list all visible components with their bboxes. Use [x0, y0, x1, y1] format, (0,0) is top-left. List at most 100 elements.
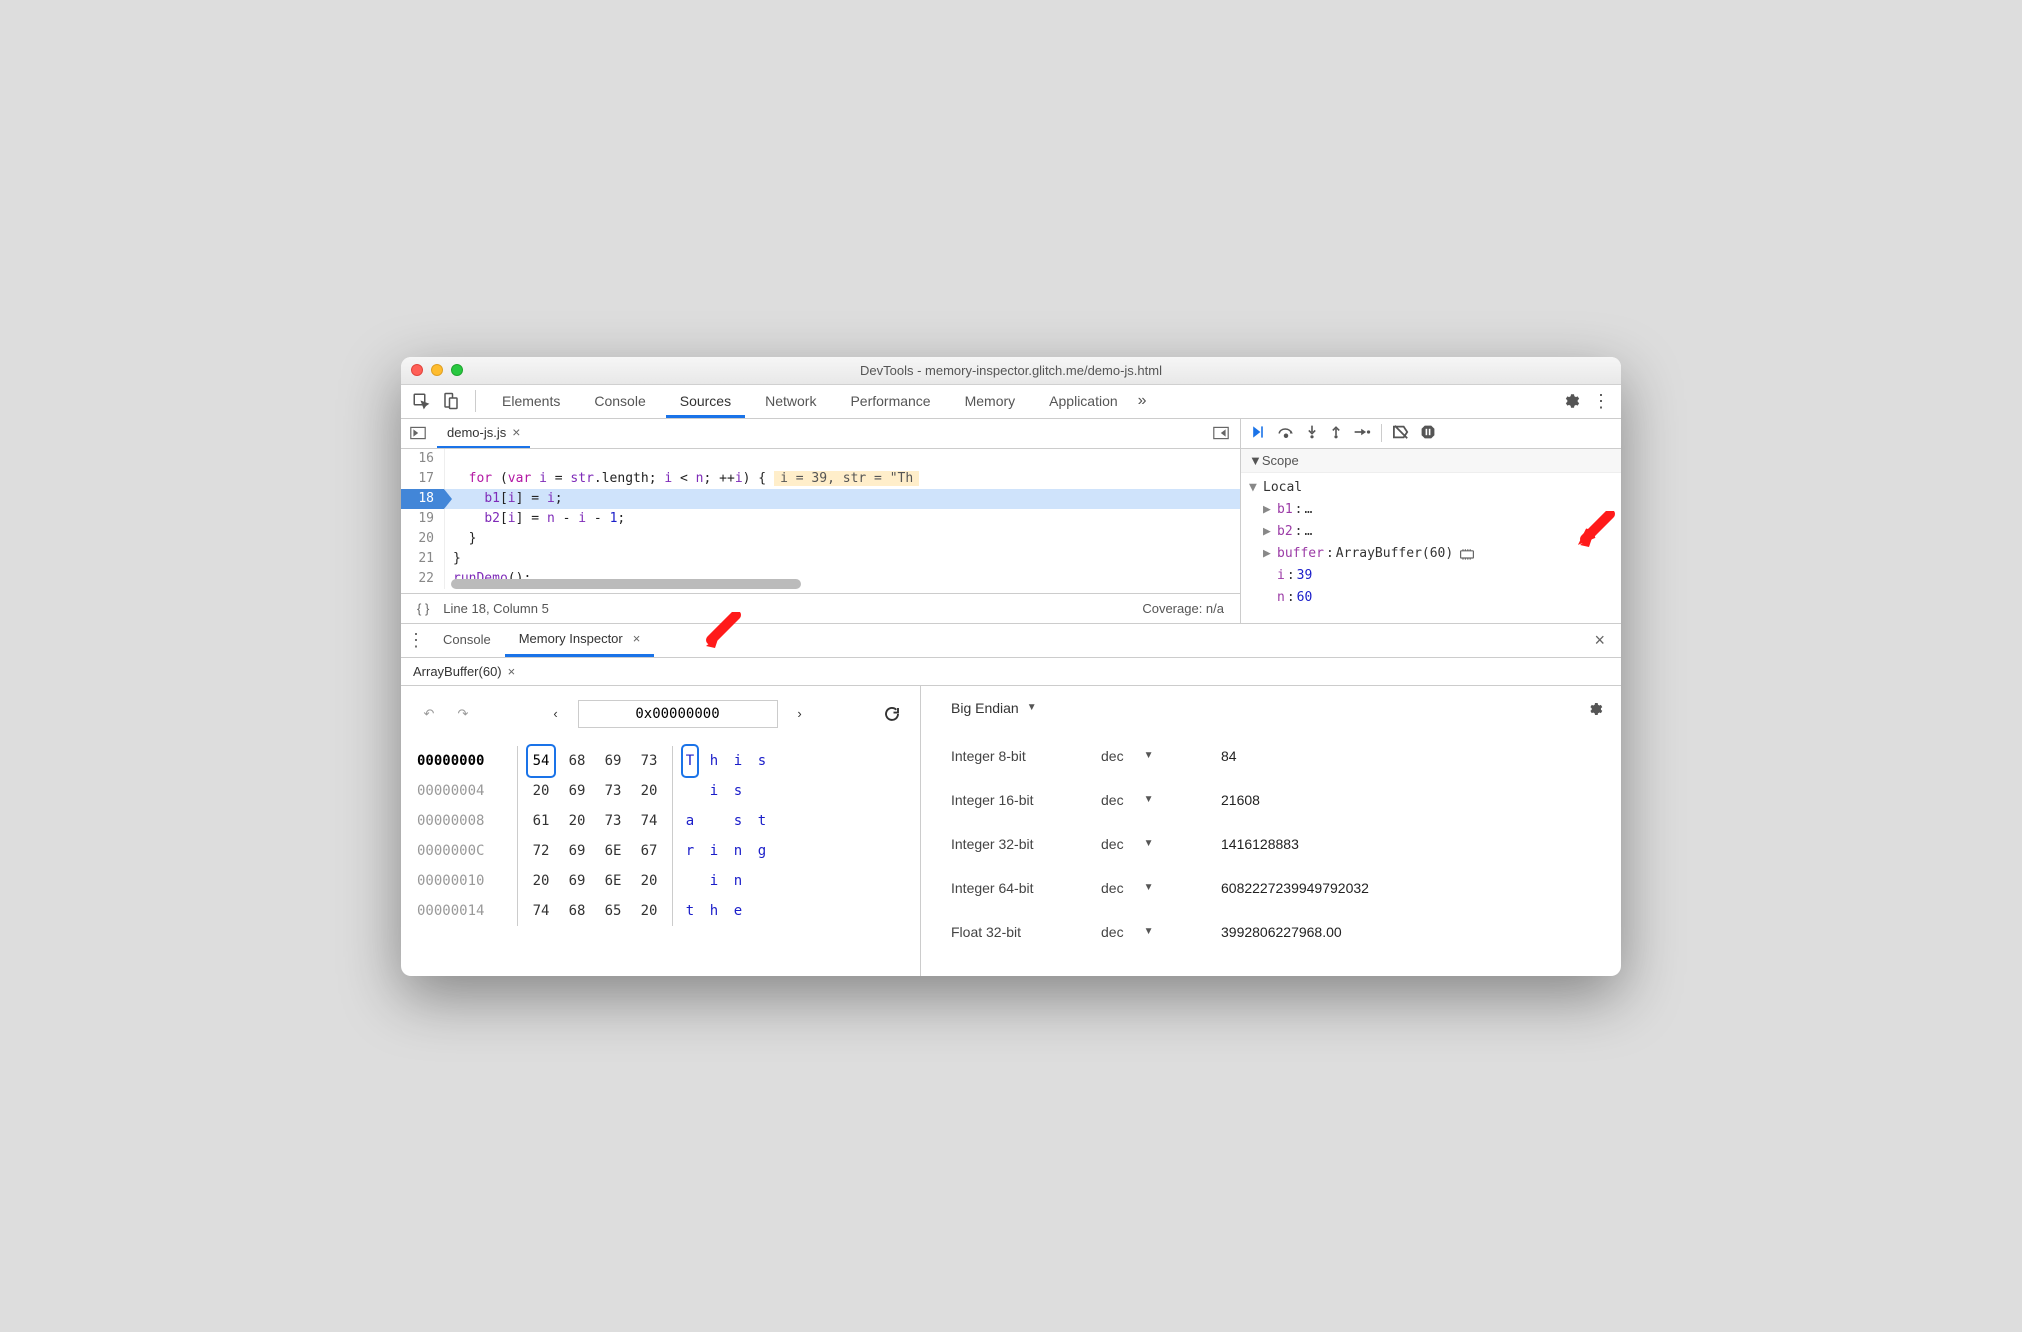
ascii-char[interactable] — [755, 896, 769, 926]
ascii-char[interactable]: s — [731, 806, 745, 836]
hex-byte[interactable]: 20 — [636, 776, 662, 806]
hex-row[interactable]: 0000000C72696E67ring — [417, 836, 904, 866]
ascii-char[interactable]: h — [707, 746, 721, 776]
code-line[interactable]: 19 b2[i] = n - i - 1; — [401, 509, 1240, 529]
debugger-toggle-icon[interactable] — [1210, 422, 1232, 444]
hex-row[interactable]: 0000000420697320 is — [417, 776, 904, 806]
hex-byte[interactable]: 65 — [600, 896, 626, 926]
prev-page-button[interactable]: ‹ — [544, 702, 568, 726]
inspect-element-icon[interactable] — [409, 389, 433, 413]
tab-memory[interactable]: Memory — [951, 384, 1030, 418]
redo-icon[interactable]: ↷ — [451, 702, 475, 726]
close-drawer-tab-icon[interactable]: × — [633, 622, 641, 656]
value-format-selector[interactable]: dec▼ — [1101, 792, 1221, 808]
hex-byte[interactable]: 67 — [636, 836, 662, 866]
hex-row[interactable]: 0000000861207374a st — [417, 806, 904, 836]
value-format-selector[interactable]: dec▼ — [1101, 836, 1221, 852]
ascii-char[interactable]: n — [731, 866, 745, 896]
hex-byte[interactable]: 73 — [636, 746, 662, 776]
ascii-char[interactable]: s — [755, 746, 769, 776]
value-format-selector[interactable]: dec▼ — [1101, 748, 1221, 764]
code-line[interactable]: 18 b1[i] = i; — [401, 489, 1240, 509]
ascii-char[interactable]: n — [731, 836, 745, 866]
hex-table[interactable]: 0000000054686973This0000000420697320 is … — [417, 746, 904, 926]
address-input[interactable] — [578, 700, 778, 728]
hex-byte[interactable]: 20 — [528, 866, 554, 896]
close-drawer-icon[interactable]: × — [1594, 630, 1605, 651]
ascii-char[interactable]: e — [731, 896, 745, 926]
hex-byte[interactable]: 69 — [564, 836, 590, 866]
tab-elements[interactable]: Elements — [488, 384, 574, 418]
hex-row[interactable]: 0000001020696E20 in — [417, 866, 904, 896]
settings-icon[interactable] — [1559, 389, 1583, 413]
tab-network[interactable]: Network — [751, 384, 830, 418]
navigator-toggle-icon[interactable] — [407, 422, 429, 444]
ascii-char[interactable]: i — [707, 776, 721, 806]
hex-byte[interactable]: 6E — [600, 836, 626, 866]
hex-byte[interactable]: 73 — [600, 776, 626, 806]
hex-row[interactable]: 0000001474686520the — [417, 896, 904, 926]
hex-byte[interactable]: 73 — [600, 806, 626, 836]
hex-byte[interactable]: 20 — [636, 866, 662, 896]
code-editor[interactable]: 1617 for (var i = str.length; i < n; ++i… — [401, 449, 1240, 593]
horizontal-scrollbar[interactable] — [451, 579, 1228, 589]
hex-byte[interactable]: 69 — [600, 746, 626, 776]
tab-performance[interactable]: Performance — [836, 384, 944, 418]
ascii-char[interactable]: h — [707, 896, 721, 926]
hex-byte[interactable]: 72 — [528, 836, 554, 866]
hex-byte[interactable]: 69 — [564, 776, 590, 806]
hex-byte[interactable]: 20 — [564, 806, 590, 836]
next-page-button[interactable]: › — [788, 702, 812, 726]
hex-byte[interactable]: 74 — [528, 896, 554, 926]
scope-var-n[interactable]: n: 60 — [1249, 587, 1613, 609]
close-window-button[interactable] — [411, 364, 423, 376]
more-panels-icon[interactable]: » — [1138, 392, 1147, 410]
ascii-char[interactable] — [755, 776, 769, 806]
tab-console[interactable]: Console — [580, 384, 659, 418]
step-into-button[interactable] — [1305, 424, 1319, 443]
scope-var-buffer[interactable]: ▶buffer: ArrayBuffer(60) — [1249, 543, 1613, 565]
kebab-menu-icon[interactable]: ⋮ — [1589, 389, 1613, 413]
drawer-tab-console[interactable]: Console — [429, 623, 505, 657]
ascii-char[interactable]: r — [683, 836, 697, 866]
ascii-char[interactable]: s — [731, 776, 745, 806]
step-over-button[interactable] — [1277, 424, 1295, 443]
drawer-tab-memory-inspector[interactable]: Memory Inspector× — [505, 623, 655, 657]
pause-exceptions-button[interactable] — [1420, 424, 1436, 443]
scope-local[interactable]: ▼Local — [1249, 477, 1613, 499]
scope-var-b2[interactable]: ▶b2: … — [1249, 521, 1613, 543]
hex-byte[interactable]: 74 — [636, 806, 662, 836]
undo-icon[interactable]: ↶ — [417, 702, 441, 726]
drawer-menu-icon[interactable]: ⋮ — [407, 630, 429, 651]
ascii-char[interactable]: t — [683, 896, 697, 926]
endian-selector[interactable]: Big Endian ▼ — [939, 696, 1037, 726]
ascii-char[interactable]: i — [707, 866, 721, 896]
refresh-icon[interactable] — [880, 702, 904, 726]
ascii-char[interactable]: i — [707, 836, 721, 866]
hex-byte[interactable]: 68 — [564, 746, 590, 776]
ascii-char[interactable]: g — [755, 836, 769, 866]
hex-row[interactable]: 0000000054686973This — [417, 746, 904, 776]
memory-icon[interactable] — [1459, 547, 1475, 561]
format-icon[interactable]: { } — [417, 601, 429, 616]
resume-button[interactable] — [1249, 424, 1267, 443]
value-settings-icon[interactable] — [1587, 701, 1603, 720]
close-tab-icon[interactable]: × — [512, 424, 520, 440]
scope-var-i[interactable]: i: 39 — [1249, 565, 1613, 587]
scope-var-b1[interactable]: ▶b1: … — [1249, 499, 1613, 521]
code-line[interactable]: 17 for (var i = str.length; i < n; ++i) … — [401, 469, 1240, 489]
deactivate-breakpoints-button[interactable] — [1392, 424, 1410, 443]
tab-sources[interactable]: Sources — [666, 384, 745, 418]
ascii-char[interactable] — [755, 866, 769, 896]
hex-byte[interactable]: 69 — [564, 866, 590, 896]
ascii-char[interactable]: a — [683, 806, 697, 836]
zoom-window-button[interactable] — [451, 364, 463, 376]
ascii-char[interactable] — [707, 806, 721, 836]
scope-section-header[interactable]: ▼ Scope — [1241, 449, 1621, 473]
ascii-char[interactable] — [683, 776, 697, 806]
hex-byte[interactable]: 6E — [600, 866, 626, 896]
code-line[interactable]: 16 — [401, 449, 1240, 469]
code-line[interactable]: 21} — [401, 549, 1240, 569]
hex-byte[interactable]: 54 — [528, 746, 554, 776]
ascii-char[interactable]: i — [731, 746, 745, 776]
